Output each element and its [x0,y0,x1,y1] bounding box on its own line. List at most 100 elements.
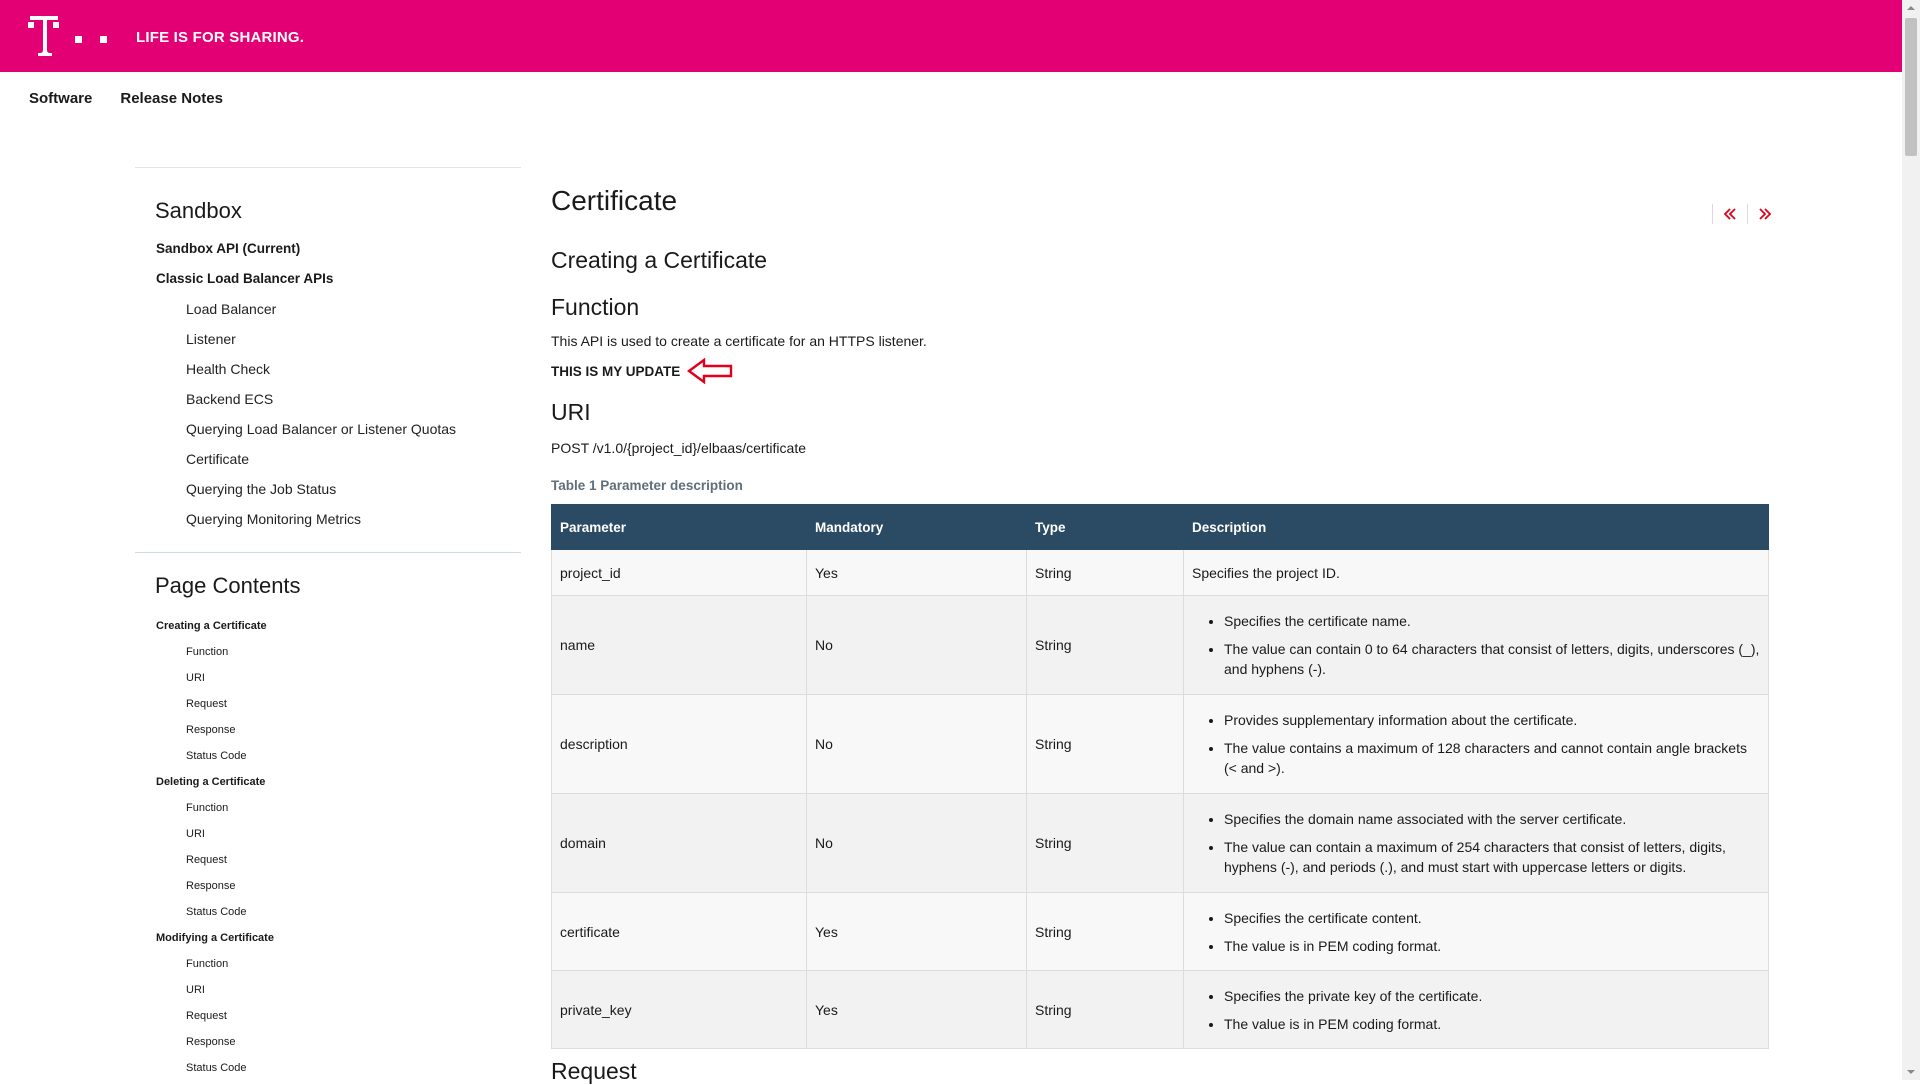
double-chevron-left-icon [1723,208,1736,220]
table-header-row: Parameter Mandatory Type Description [551,504,1769,550]
description-list: Specifies the certificate name. The value… [1192,611,1760,679]
toc-item[interactable]: URI [135,821,521,847]
sidebar-title: Sandbox [155,198,242,223]
uri-text: POST /v1.0/{project_id}/elbaas/certifica… [551,440,806,456]
table-cell-type: String [1026,892,1184,971]
sidebar-item[interactable]: Load Balancer [135,294,521,324]
toc-item[interactable]: Response [135,1029,521,1055]
sidebar-item[interactable]: Querying Load Balancer or Listener Quota… [135,414,521,444]
table-cell-type: String [1026,549,1184,596]
description-list: Provides supplementary information about… [1192,710,1760,778]
table-cell-parameter: description [551,694,807,794]
table-cell-description: Specifies the project ID. [1183,549,1769,596]
toc-item[interactable]: Creating a Certificate [135,613,521,639]
toc-item[interactable]: Modifying a Certificate [135,925,521,951]
sidebar-item[interactable]: Health Check [135,354,521,384]
toc-title: Page Contents [155,573,301,598]
sidebar-item[interactable]: Backend ECS [135,384,521,414]
toc-item[interactable]: Function [135,639,521,665]
column-header: Mandatory [806,504,1027,550]
sidebar-item[interactable]: Querying Monitoring Metrics [135,504,521,534]
toc-item[interactable]: Deleting a Certificate [135,769,521,795]
toc-item[interactable]: Response [135,873,521,899]
sidebar-item[interactable]: Sandbox API (Current) [135,234,521,264]
description-bullet: The value is in PEM coding format. [1224,936,1760,956]
table-cell-parameter: domain [551,793,807,893]
table-cell-mandatory: Yes [806,549,1027,596]
table-cell-mandatory: No [806,793,1027,893]
description-bullet: Provides supplementary information about… [1224,710,1760,730]
table-cell-type: String [1026,793,1184,893]
toc-item[interactable]: Status Code [135,899,521,925]
table-cell-type: String [1026,970,1184,1049]
sidebar-item[interactable]: Classic Load Balancer APIs [135,264,521,294]
toc-item[interactable]: Status Code [135,743,521,769]
description-bullet: Specifies the certificate name. [1224,611,1760,631]
table-row: nameNoStringSpecifies the certificate na… [551,595,1769,695]
sidebar-divider [135,552,521,553]
scrollbar-thumb[interactable] [1905,18,1917,156]
table-cell-description: Specifies the private key of the certifi… [1183,970,1769,1049]
description-bullet: The value can contain a maximum of 254 c… [1224,837,1760,877]
table-cell-type: String [1026,595,1184,695]
table-cell-description: Provides supplementary information about… [1183,694,1769,794]
description-list: Specifies the certificate content. The va… [1192,908,1760,956]
table-cell-type: String [1026,694,1184,794]
column-header: Description [1183,504,1769,550]
toc-item[interactable]: URI [135,665,521,691]
parameter-table: Parameter Mandatory Type Description pro… [551,504,1769,1049]
table-caption: Table 1 Parameter description [551,478,743,493]
toc-item[interactable]: Status Code [135,1055,521,1081]
table-cell-parameter: private_key [551,970,807,1049]
column-header: Type [1026,504,1184,550]
scrollbar[interactable] [1902,0,1920,1080]
t-logo-icon[interactable] [28,16,110,56]
description-bullet: Specifies the domain name associated wit… [1224,809,1760,829]
function-text: This API is used to create a certificate… [551,333,927,349]
table-cell-description: Specifies the certificate content. The va… [1183,892,1769,971]
sidebar-item[interactable]: Certificate [135,444,521,474]
sidebar-item[interactable]: Listener [135,324,521,354]
main-nav: Software Release Notes [29,90,223,112]
table-cell-description: Specifies the certificate name. The value… [1183,595,1769,695]
brand-header: LIFE IS FOR SHARING. [0,0,1902,72]
toc-item[interactable]: Function [135,951,521,977]
function-heading: Function [551,294,640,320]
pager [1712,203,1782,225]
sidebar-divider [135,167,521,168]
table-cell-parameter: name [551,595,807,695]
table-cell-mandatory: No [806,694,1027,794]
brand-tagline: LIFE IS FOR SHARING. [136,29,305,46]
table-cell-description: Specifies the domain name associated wit… [1183,793,1769,893]
sidebar-item[interactable]: Querying the Job Status [135,474,521,504]
nav-software[interactable]: Software [29,90,92,112]
sidebar-list: Sandbox API (Current) Classic Load Balanc… [135,234,521,534]
scroll-up-arrow-icon[interactable] [1902,0,1920,16]
description-bullet: Specifies the certificate content. [1224,908,1760,928]
table-cell-mandatory: Yes [806,892,1027,971]
toc-item[interactable]: Response [135,717,521,743]
scroll-down-arrow-icon[interactable] [1902,1064,1920,1080]
request-heading: Request [551,1058,637,1084]
toc-item[interactable]: Request [135,691,521,717]
double-chevron-right-icon [1759,208,1772,220]
table-row: descriptionNoString Provides supplementar… [551,694,1769,794]
toc-item[interactable]: Function [135,795,521,821]
toc-item[interactable]: Request [135,847,521,873]
description-bullet: The value contains a maximum of 128 char… [1224,738,1760,778]
table-cell-mandatory: No [806,595,1027,695]
toc-item[interactable]: URI [135,977,521,1003]
description-bullet: The value can contain 0 to 64 characters… [1224,639,1760,679]
nav-release-notes[interactable]: Release Notes [120,90,223,112]
next-page-button[interactable] [1748,203,1782,225]
table-row: domainNoString Specifies the domain name … [551,793,1769,893]
toc-item[interactable]: Request [135,1003,521,1029]
table-cell-parameter: project_id [551,549,807,596]
left-arrow-icon [687,358,733,384]
table-row: project_id Yes String Specifies the project… [551,549,1769,596]
table-cell-parameter: certificate [551,892,807,971]
table-row: certificateYesStringSpecifies the certif… [551,892,1769,971]
update-note-text: THIS IS MY UPDATE [551,363,681,379]
page-title: Certificate [551,185,678,216]
previous-page-button[interactable] [1713,203,1747,225]
